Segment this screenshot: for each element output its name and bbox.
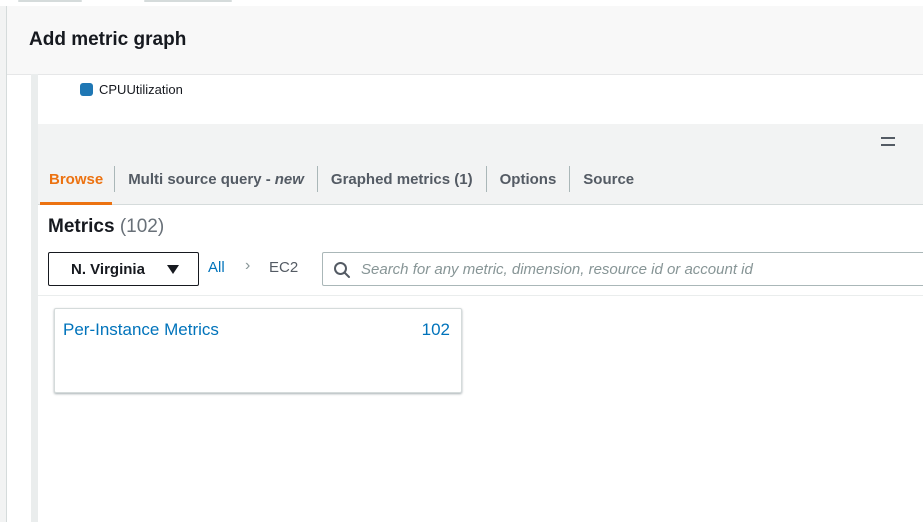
tab-label: Browse	[49, 170, 104, 188]
tab-label: Source	[583, 170, 635, 188]
tab-source[interactable]: Source	[570, 154, 647, 204]
search-input[interactable]	[361, 253, 921, 285]
chevron-right-icon: ›	[245, 257, 251, 274]
region-label: N. Virginia	[71, 260, 145, 278]
caret-down-icon	[167, 265, 179, 274]
tab-bar: Browse Multi source query - new Graphed …	[38, 124, 923, 205]
tab-label: Multi source query -	[128, 170, 271, 188]
browse-toolbar: N. Virginia All › EC2	[48, 252, 923, 286]
tab-graphed-metrics[interactable]: Graphed metrics (1)	[318, 154, 486, 204]
resize-handle-icon[interactable]	[881, 137, 895, 146]
legend-color-swatch	[80, 83, 93, 96]
namespace-card-per-instance-metrics[interactable]: Per-Instance Metrics 102	[54, 308, 462, 393]
tab-new-badge: new	[274, 170, 304, 188]
top-tab-indicator	[18, 0, 82, 2]
modal-header: Add metric graph	[7, 6, 923, 75]
metrics-panel: Browse Multi source query - new Graphed …	[38, 124, 923, 522]
breadcrumb-ec2: EC2	[269, 259, 299, 276]
left-scroll-gutter	[31, 74, 38, 522]
metric-search-field[interactable]	[322, 252, 923, 286]
legend-label: CPUUtilization	[99, 82, 183, 97]
tab-label: Graphed metrics (1)	[330, 170, 473, 188]
metrics-count: (102)	[119, 216, 165, 237]
breadcrumb-all-link[interactable]: All	[208, 259, 225, 276]
top-tab-indicator	[144, 0, 232, 2]
tab-list: Browse Multi source query - new Graphed …	[38, 154, 647, 205]
add-metric-graph-modal: Add metric graph CPUUtilization Browse M…	[6, 6, 923, 522]
modal-title: Add metric graph	[29, 29, 187, 50]
region-select[interactable]: N. Virginia	[48, 252, 199, 286]
search-icon	[334, 262, 350, 278]
graph-legend-item[interactable]: CPUUtilization	[80, 82, 183, 97]
namespace-count: 102	[421, 320, 450, 339]
section-divider	[38, 295, 923, 296]
namespace-label[interactable]: Per-Instance Metrics	[63, 320, 219, 340]
tab-multi-source-query[interactable]: Multi source query - new	[115, 154, 317, 204]
metrics-heading-title: Metrics	[48, 216, 115, 237]
tab-browse[interactable]: Browse	[38, 154, 114, 205]
metrics-heading: Metrics (102)	[48, 216, 164, 238]
tab-options[interactable]: Options	[487, 154, 570, 204]
tab-label: Options	[499, 170, 557, 188]
